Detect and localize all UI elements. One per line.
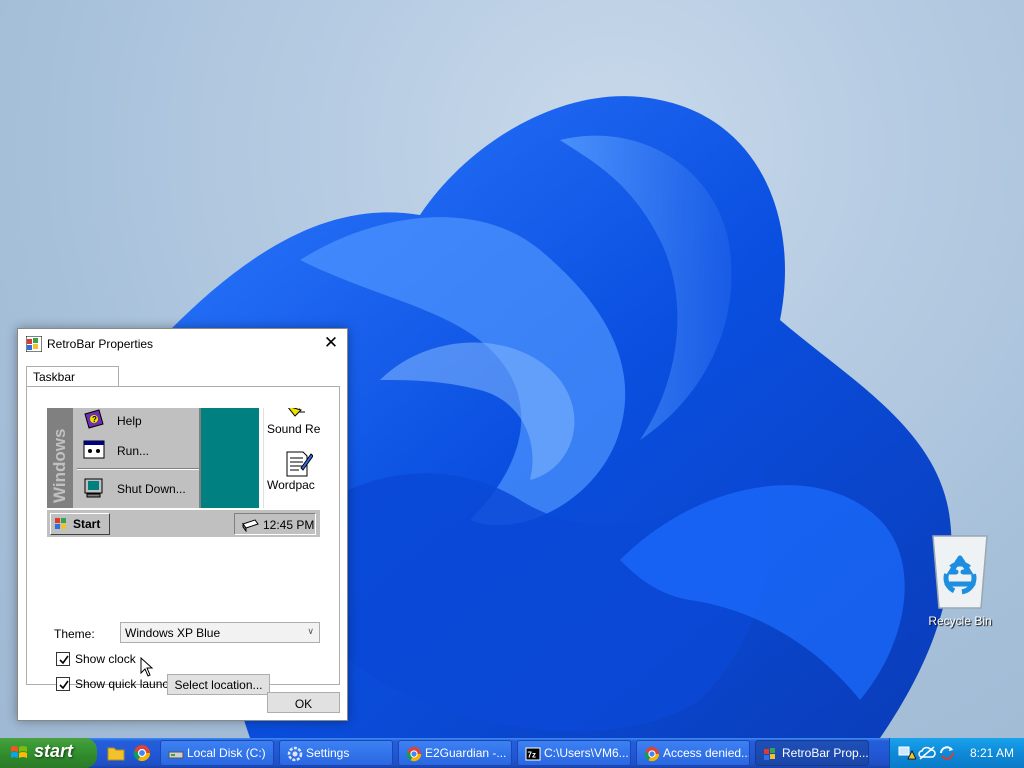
- task-label: Access denied...: [663, 746, 750, 760]
- tab-panel: Windows ? Help Run... Shut Down... Sound…: [26, 386, 340, 695]
- mouse-cursor-icon: [140, 657, 154, 677]
- preview-desktop-icon-label: Wordpac: [267, 478, 315, 492]
- task-label: E2Guardian -...: [425, 746, 507, 760]
- recycle-bin-icon: [932, 535, 988, 609]
- preview-desktop-icon-wordpad: Wordpac: [267, 448, 320, 492]
- theme-select-value: Windows XP Blue: [125, 626, 221, 640]
- sync-icon[interactable]: [938, 745, 956, 761]
- task-settings[interactable]: Settings: [279, 740, 393, 766]
- recycle-bin-label: Recycle Bin: [928, 614, 992, 628]
- preview-start-label: Start: [73, 517, 101, 531]
- sound-recorder-icon: [287, 408, 305, 417]
- chrome-icon: [406, 746, 422, 762]
- tab-taskbar-options[interactable]: Taskbar Options: [26, 366, 119, 398]
- chevron-down-icon: ∨: [307, 626, 314, 636]
- preview-desktop-icon-sound: Sound Re: [267, 408, 320, 436]
- windows-flag-icon: [11, 746, 27, 758]
- dialog-title: RetroBar Properties: [47, 337, 154, 351]
- recycle-bin[interactable]: Recycle Bin: [920, 528, 1000, 628]
- start-label: start: [34, 741, 74, 761]
- checkmark-icon: [59, 655, 69, 665]
- svg-text:7z: 7z: [528, 751, 536, 760]
- preview-menu-item-help: ? Help: [81, 408, 197, 432]
- run-icon: [83, 440, 105, 459]
- preview-desktop-icons: Sound Re Wordpac: [263, 408, 320, 508]
- retrobar-properties-dialog: RetroBar Properties ✕ Taskbar Options Wi…: [17, 328, 348, 721]
- dialog-titlebar[interactable]: RetroBar Properties ✕: [18, 329, 347, 359]
- preview-side-banner: Windows: [47, 408, 73, 508]
- settings-icon: [287, 746, 303, 762]
- svg-text:?: ?: [92, 415, 97, 424]
- task-access-denied[interactable]: Access denied...: [636, 740, 750, 766]
- show-clock-label: Show clock: [75, 652, 136, 666]
- ok-button[interactable]: OK: [267, 692, 340, 713]
- help-book-icon: ?: [84, 409, 104, 429]
- preview-menu-item-label: Help: [117, 414, 142, 428]
- printer-icon: [242, 519, 259, 532]
- task-label: Local Disk (C:): [187, 746, 266, 760]
- taskbar: start Local Disk (C:) Settings E2Guardia…: [0, 738, 1024, 768]
- preview-side-banner-text: Windows: [50, 428, 69, 503]
- show-clock-checkbox[interactable]: [56, 652, 70, 666]
- chrome-icon[interactable]: [133, 744, 151, 762]
- preview-menu-item-run: Run...: [81, 438, 197, 462]
- task-label: Settings: [306, 746, 350, 760]
- task-label: RetroBar Prop...: [782, 746, 869, 760]
- preview-clock: 12:45 PM: [263, 518, 315, 532]
- cloud-off-icon[interactable]: [918, 745, 936, 761]
- preview-taskbar: Start 12:45 PM: [47, 509, 320, 537]
- chrome-icon: [644, 746, 660, 762]
- close-button[interactable]: ✕: [319, 332, 343, 356]
- preview-menu-separator: [77, 468, 199, 470]
- system-tray: 8:21 AM: [889, 738, 1024, 768]
- preview-desktop-icon-label: Sound Re: [267, 422, 320, 436]
- preview-start-button: Start: [50, 513, 110, 535]
- network-warning-icon[interactable]: [898, 745, 916, 761]
- task-local-disk[interactable]: Local Disk (C:): [160, 740, 274, 766]
- task-label: C:\Users\VM6...: [544, 746, 629, 760]
- preview-menu-item-label: Shut Down...: [117, 482, 186, 496]
- theme-select[interactable]: Windows XP Blue ∨: [120, 622, 320, 643]
- theme-preview: Windows ? Help Run... Shut Down... Sound…: [47, 408, 320, 539]
- 7zip-icon: 7z: [525, 747, 541, 761]
- preview-menu-item-shutdown: Shut Down...: [81, 476, 197, 500]
- select-location-button[interactable]: Select location...: [167, 674, 270, 695]
- retrobar-icon: [764, 748, 775, 760]
- preview-tray: 12:45 PM: [234, 513, 316, 535]
- start-button[interactable]: start: [0, 738, 97, 768]
- theme-label: Theme:: [54, 627, 95, 641]
- task-7zip[interactable]: 7z C:\Users\VM6...: [517, 740, 631, 766]
- show-quick-launch-label: Show quick launch: [75, 677, 176, 691]
- shutdown-computer-icon: [84, 478, 103, 498]
- task-e2guardian[interactable]: E2Guardian -...: [398, 740, 512, 766]
- taskbar-clock[interactable]: 8:21 AM: [970, 746, 1014, 760]
- wordpad-icon: [286, 451, 313, 477]
- task-retrobar-properties[interactable]: RetroBar Prop...: [755, 740, 869, 766]
- drive-icon: [168, 751, 184, 759]
- file-explorer-icon[interactable]: [107, 744, 125, 762]
- retrobar-app-icon: [26, 336, 42, 352]
- windows-flag-icon: [55, 518, 66, 529]
- checkmark-icon: [59, 680, 69, 690]
- preview-start-menu: Windows ? Help Run... Shut Down...: [47, 408, 201, 508]
- show-quick-launch-checkbox[interactable]: [56, 677, 70, 691]
- preview-menu-item-label: Run...: [117, 444, 150, 458]
